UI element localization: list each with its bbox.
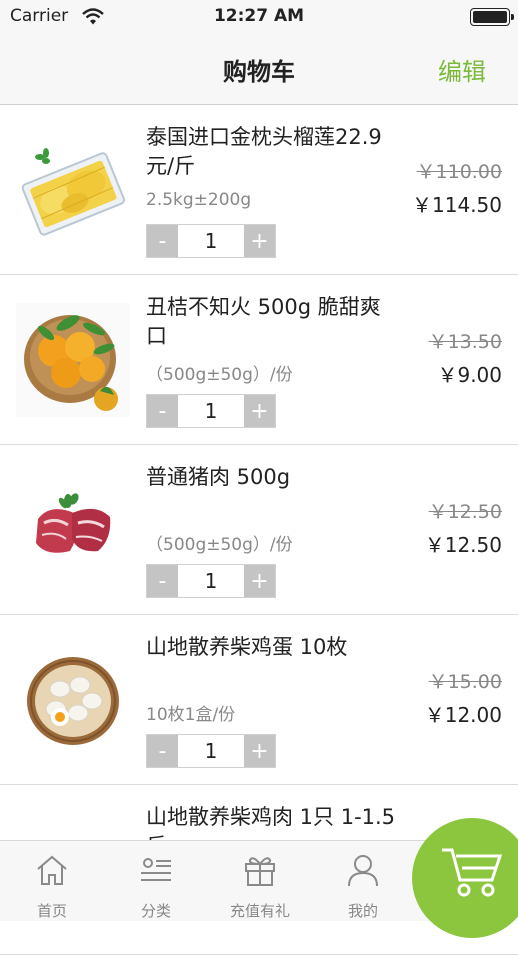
decrease-button[interactable]: -	[147, 395, 178, 427]
edit-button[interactable]: 编辑	[438, 52, 486, 87]
product-image-eggs[interactable]	[16, 643, 130, 757]
product-spec: （500g±50g）/份	[146, 535, 293, 555]
gift-icon	[243, 853, 277, 891]
tab-label: 首页	[36, 902, 67, 920]
product-spec: （500g±50g）/份	[146, 365, 293, 385]
product-name: 丑桔不知火 500g 脆甜爽口	[146, 295, 381, 348]
clock: 12:27 AM	[213, 6, 305, 26]
original-price: ￥110.00	[416, 161, 502, 183]
quantity-stepper: - 1 +	[146, 734, 276, 768]
current-price: ￥12.50	[424, 533, 502, 557]
current-price: ￥12.00	[424, 703, 502, 727]
tab-label: 分类	[140, 902, 171, 920]
quantity-field[interactable]: 1	[178, 565, 244, 597]
quantity-stepper: - 1 +	[146, 394, 276, 428]
tab-label: 我的	[347, 902, 378, 920]
category-icon	[139, 853, 173, 891]
quantity-field[interactable]: 1	[178, 395, 244, 427]
cart-icon	[442, 848, 503, 897]
product-image-pork[interactable]	[16, 473, 130, 587]
status-bar: Carrier 12:27 AM	[0, 0, 518, 36]
current-price: ￥9.00	[437, 363, 502, 387]
tab-home[interactable]: 首页	[2, 841, 102, 921]
battery-icon	[470, 8, 514, 26]
original-price: ￥12.50	[428, 501, 502, 523]
quantity-field[interactable]: 1	[178, 225, 244, 257]
quantity-stepper: - 1 +	[146, 564, 276, 598]
increase-button[interactable]: +	[244, 225, 275, 257]
navigation-bar: 购物车 编辑	[0, 36, 518, 105]
decrease-button[interactable]: -	[147, 735, 178, 767]
cart-item[interactable]: 山地散养柴鸡蛋 10枚 10枚1盒/份 ￥15.00 ￥12.00 - 1 +	[0, 615, 518, 785]
tab-category[interactable]: 分类	[106, 841, 206, 921]
quantity-stepper: - 1 +	[146, 224, 276, 258]
quantity-field[interactable]: 1	[178, 735, 244, 767]
original-price: ￥15.00	[428, 671, 502, 693]
original-price: ￥13.50	[428, 331, 502, 353]
user-icon	[346, 853, 380, 891]
increase-button[interactable]: +	[244, 395, 275, 427]
product-name: 泰国进口金枕头榴莲22.9元/斤	[146, 125, 382, 178]
tab-label: 充值有礼	[229, 902, 290, 920]
product-name: 山地散养柴鸡蛋 10枚	[146, 635, 348, 659]
tab-gift[interactable]: 充值有礼	[210, 841, 310, 921]
product-spec: 2.5kg±200g	[146, 190, 252, 210]
cart-item[interactable]: 丑桔不知火 500g 脆甜爽口 （500g±50g）/份 ￥13.50 ￥9.0…	[0, 275, 518, 445]
product-image-durian[interactable]	[16, 133, 130, 247]
increase-button[interactable]: +	[244, 565, 275, 597]
decrease-button[interactable]: -	[147, 225, 178, 257]
decrease-button[interactable]: -	[147, 565, 178, 597]
increase-button[interactable]: +	[244, 735, 275, 767]
product-spec: 10枚1盒/份	[146, 705, 236, 725]
current-price: ￥114.50	[412, 193, 502, 217]
product-image-orange[interactable]	[16, 303, 130, 417]
cart-item[interactable]: 泰国进口金枕头榴莲22.9元/斤 2.5kg±200g ￥110.00 ￥114…	[0, 105, 518, 275]
cart-item[interactable]: 普通猪肉 500g （500g±50g）/份 ￥12.50 ￥12.50 - 1…	[0, 445, 518, 615]
home-icon	[35, 853, 69, 891]
product-name: 普通猪肉 500g	[146, 465, 291, 489]
tab-profile[interactable]: 我的	[313, 841, 413, 921]
